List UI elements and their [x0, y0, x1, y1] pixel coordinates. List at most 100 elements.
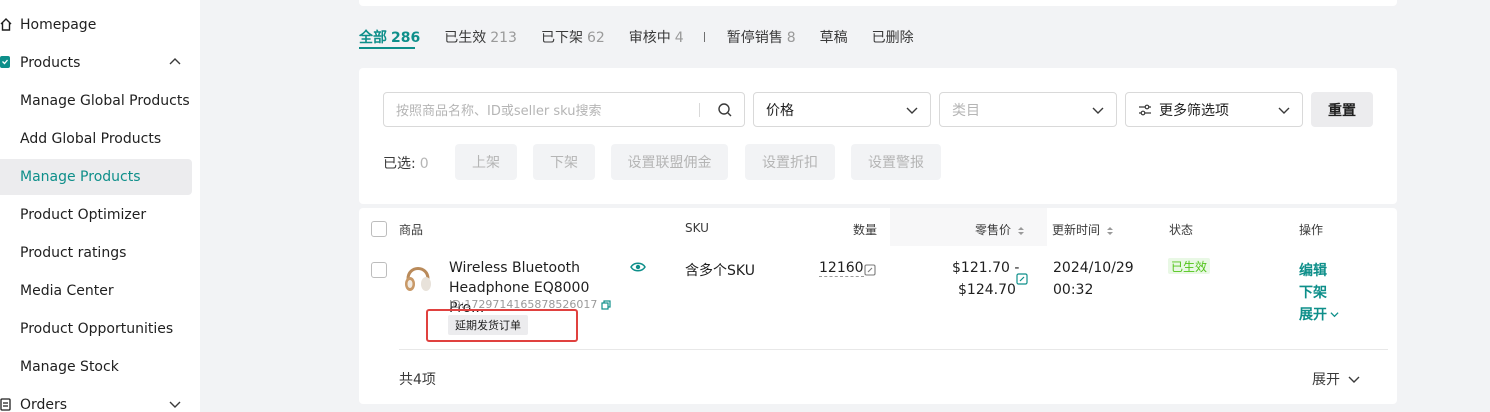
selected-count: 已选: 0: [383, 153, 429, 173]
more-filters-select[interactable]: 更多筛选项: [1125, 92, 1303, 127]
quantity-value[interactable]: 12160: [819, 260, 864, 277]
eye-icon[interactable]: [630, 260, 646, 274]
search-input[interactable]: 按照商品名称、ID或seller sku搜索: [383, 92, 745, 127]
bulk-alert-button[interactable]: 设置警报: [851, 144, 941, 180]
tab-label: 暂停销售: [726, 30, 783, 46]
orders-icon: [0, 398, 11, 411]
price-range-line1: $121.70 -: [952, 260, 1020, 276]
sidebar-item-product-optimizer[interactable]: Product Optimizer: [0, 197, 192, 233]
sort-icon: [1018, 226, 1025, 235]
chevron-down-icon: [906, 107, 918, 114]
header-sku: SKU: [685, 221, 709, 235]
tab-deleted[interactable]: 已删除: [872, 27, 914, 47]
bulk-delist-button[interactable]: 下架: [533, 144, 595, 180]
chevron-up-icon: [169, 58, 181, 65]
header-updated[interactable]: 更新时间: [1052, 221, 1114, 238]
tab-draft[interactable]: 草稿: [820, 27, 848, 47]
tab-label: 已生效: [444, 30, 487, 46]
sidebar-item-label: Manage Products: [20, 169, 141, 185]
expand-actions-link[interactable]: 展开: [1299, 304, 1339, 324]
selected-label: 已选:: [383, 156, 416, 172]
updated-time: 00:32: [1053, 282, 1094, 298]
sku-cell: 含多个SKU: [685, 263, 755, 279]
product-table: 商品 SKU 数量 零售价 更新时间 状态 操作 Wireless Blueto…: [359, 208, 1397, 404]
table-header: 商品 SKU 数量 零售价 更新时间 状态 操作: [359, 208, 1397, 246]
price-select[interactable]: 价格: [753, 92, 931, 127]
sidebar-item-manage-global-products[interactable]: Manage Global Products: [0, 83, 192, 119]
more-filters-label: 更多筛选项: [1159, 102, 1229, 119]
row-checkbox[interactable]: [371, 262, 387, 278]
tab-count: 213: [490, 30, 517, 46]
sidebar-item-product-opportunities[interactable]: Product Opportunities: [0, 311, 192, 347]
tab-divider: [703, 32, 705, 42]
tab-count: 286: [391, 30, 421, 46]
tab-label: 草稿: [819, 30, 848, 46]
header-product: 商品: [399, 223, 424, 237]
status-tabs: 全部 286 已生效 213 已下架 62 审核中 4 暂停销售 8 草稿 已删除: [359, 24, 938, 50]
edit-icon[interactable]: [1016, 273, 1028, 285]
sidebar-item-add-global-products[interactable]: Add Global Products: [0, 121, 192, 157]
sidebar-item-label: Orders: [20, 397, 68, 412]
delist-link[interactable]: 下架: [1299, 282, 1327, 302]
sort-icon: [1107, 226, 1114, 235]
expand-actions-label: 展开: [1299, 307, 1327, 323]
copy-icon[interactable]: [601, 300, 612, 310]
chevron-down-icon: [1092, 107, 1104, 114]
header-updated-label: 更新时间: [1052, 223, 1101, 237]
filter-panel: 按照商品名称、ID或seller sku搜索 价格 类目 更多筛选项 重置 已选…: [359, 68, 1397, 204]
search-divider: [699, 103, 700, 117]
sidebar-item-media-center[interactable]: Media Center: [0, 273, 192, 309]
total-count: 共4项: [399, 372, 436, 388]
tab-label: 审核中: [628, 30, 671, 46]
sidebar: Homepage Products Manage Global Products…: [0, 0, 200, 412]
filter-sliders-icon: [1139, 104, 1151, 115]
header-quantity: 数量: [853, 223, 878, 237]
search-icon[interactable]: [716, 101, 734, 119]
tab-suspended[interactable]: 暂停销售 8: [727, 27, 796, 47]
sidebar-item-products[interactable]: Products: [0, 45, 192, 81]
sidebar-item-label: Manage Stock: [20, 359, 119, 375]
status-badge: 已生效: [1168, 258, 1211, 274]
tab-label: 已删除: [871, 30, 914, 46]
category-select[interactable]: 类目: [939, 92, 1117, 127]
tab-count: 62: [586, 30, 605, 46]
tab-delisted[interactable]: 已下架 62: [541, 27, 605, 47]
sidebar-item-label: Product Optimizer: [20, 207, 147, 223]
chevron-down-icon: [1330, 312, 1339, 318]
tab-reviewing[interactable]: 审核中 4: [629, 27, 684, 47]
expand-all-label: 展开: [1312, 372, 1340, 388]
bulk-affiliate-commission-button[interactable]: 设置联盟佣金: [611, 144, 728, 180]
category-select-placeholder: 类目: [952, 102, 980, 119]
sidebar-item-product-ratings[interactable]: Product ratings: [0, 235, 192, 271]
sidebar-item-label: Product Opportunities: [20, 321, 174, 337]
tab-count: 8: [786, 30, 796, 46]
tab-active[interactable]: 已生效 213: [444, 27, 517, 47]
edit-link[interactable]: 编辑: [1299, 260, 1327, 280]
chevron-down-icon: [1278, 107, 1290, 114]
sidebar-item-manage-products[interactable]: Manage Products: [0, 159, 192, 195]
bulk-list-button[interactable]: 上架: [455, 144, 517, 180]
row-divider: [399, 349, 1388, 350]
products-icon: [0, 56, 10, 68]
tab-count: 4: [674, 30, 684, 46]
price-range-line2: $124.70: [958, 282, 1016, 298]
bulk-discount-button[interactable]: 设置折扣: [745, 144, 835, 180]
sidebar-item-orders[interactable]: Orders: [0, 387, 192, 412]
header-price[interactable]: 零售价: [975, 221, 1025, 238]
expand-all-button[interactable]: 展开: [1312, 369, 1360, 389]
edit-icon[interactable]: [864, 264, 876, 276]
header-status: 状态: [1169, 223, 1194, 237]
top-card: [359, 0, 1397, 6]
sidebar-item-homepage[interactable]: Homepage: [0, 7, 192, 43]
select-all-checkbox[interactable]: [371, 221, 387, 237]
headphone-product-image: [405, 267, 431, 291]
updated-date: 2024/10/29: [1053, 260, 1134, 276]
tab-all[interactable]: 全部 286: [359, 27, 420, 47]
product-name-line1: Wireless Bluetooth: [449, 260, 580, 276]
tab-active-indicator: [359, 47, 415, 49]
sidebar-item-manage-stock[interactable]: Manage Stock: [0, 349, 192, 385]
selected-number: 0: [419, 156, 429, 172]
sidebar-item-label: Manage Global Products: [20, 93, 190, 109]
reset-button[interactable]: 重置: [1311, 92, 1373, 127]
tab-label: 全部: [359, 30, 387, 46]
